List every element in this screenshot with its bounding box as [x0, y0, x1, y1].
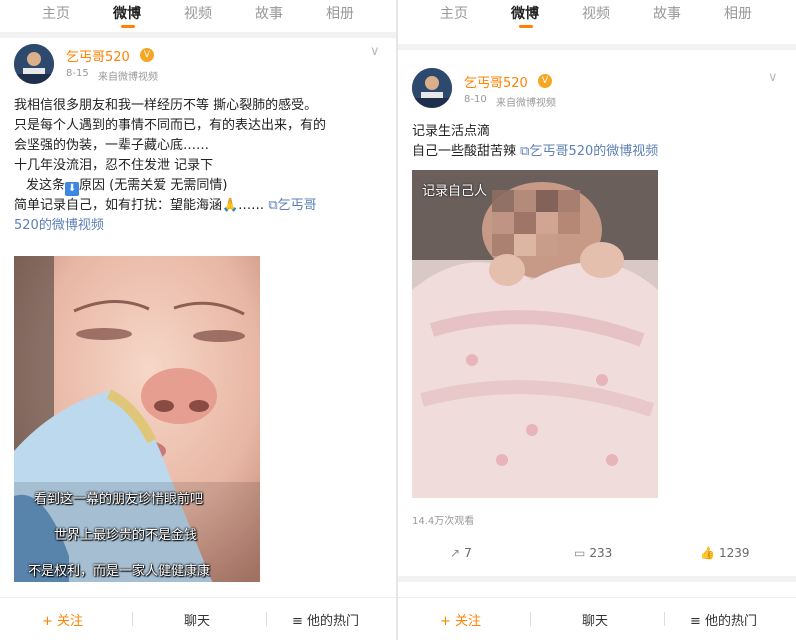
video-subtitle: 看到这一幕的朋友珍惜眼前吧: [34, 492, 204, 507]
repost-count: 7: [464, 546, 472, 560]
post-body: 记录生活点滴 自己一些酸甜苦辣 ⧉乞丐哥520的微博视频: [412, 122, 658, 162]
repost-button[interactable]: ↗ 7: [450, 546, 472, 560]
post-source: 来自微博视频: [496, 98, 556, 109]
tab-weibo[interactable]: 微博: [511, 3, 539, 23]
post-line: 记录生活点滴: [412, 124, 491, 139]
comment-icon: ▭: [574, 546, 586, 560]
username[interactable]: 乞丐哥520: [66, 46, 130, 65]
tab-home[interactable]: 主页: [42, 3, 70, 23]
video-link[interactable]: ⧉乞丐哥: [268, 198, 316, 213]
comment-button[interactable]: ▭ 233: [574, 546, 612, 560]
weibo-post: 乞丐哥520 V 8-10 来自微博视频 ∨ 记录生活点滴 自己一些酸甜苦辣 ⧉…: [398, 56, 796, 576]
vip-badge-icon: V: [140, 48, 154, 62]
bottom-action-bar: + 关注 聊天 ≡ 他的热门: [398, 597, 796, 640]
divider: [664, 612, 665, 626]
avatar[interactable]: [14, 44, 54, 84]
post-line-text: 原因 (无需关爱 无需同情): [79, 178, 228, 193]
post-line: 自己一些酸甜苦辣 ⧉乞丐哥520的微博视频: [412, 142, 658, 162]
section-separator: [398, 576, 796, 582]
chevron-down-icon[interactable]: ∨: [370, 44, 380, 59]
hot-label: 他的热门: [307, 614, 360, 629]
vip-badge-icon: V: [538, 74, 552, 88]
tab-home[interactable]: 主页: [440, 3, 468, 23]
tab-bar: 主页 微博 视频 故事 相册: [398, 0, 796, 30]
chat-button[interactable]: 聊天: [184, 610, 210, 629]
menu-icon: ≡: [292, 614, 303, 629]
divider: [530, 612, 531, 626]
post-line-text: 发这条: [26, 178, 66, 193]
post-body: 我相信很多朋友和我一样经历不等 撕心裂肺的感受。 只是每个人遇到的事情不同而已，…: [14, 96, 326, 236]
view-count: 14.4万次观看: [412, 516, 475, 527]
post-line: 十几年没流泪，忍不住发泄 记录下: [14, 158, 214, 173]
post-line: 简单记录自己，如有打扰：望能海涵🙏…… ⧉乞丐哥: [14, 196, 326, 216]
follow-label: 关注: [455, 614, 482, 629]
left-screenshot: 主页 微博 视频 故事 相册 乞丐哥520 V 8-15 来自微博视频 ∨ 我相…: [0, 0, 398, 640]
post-date: 8-10: [464, 94, 487, 105]
like-icon: 👍: [700, 546, 715, 560]
tab-story[interactable]: 故事: [255, 3, 283, 23]
like-count: 1239: [718, 546, 750, 560]
tab-bar: 主页 微博 视频 故事 相册: [0, 0, 398, 30]
tab-weibo[interactable]: 微博: [113, 3, 141, 23]
video-thumbnail[interactable]: 记录自己人: [412, 170, 658, 498]
active-tab-indicator: [121, 25, 135, 28]
weibo-post: 乞丐哥520 V 8-15 来自微博视频 ∨ 我相信很多朋友和我一样经历不等 撕…: [0, 38, 398, 598]
menu-icon: ≡: [690, 614, 701, 629]
post-line-text: 简单记录自己，如有打扰：望能海涵🙏……: [14, 198, 265, 213]
divider: [132, 612, 133, 626]
hot-label: 他的热门: [705, 614, 758, 629]
post-source: 来自微博视频: [98, 72, 158, 83]
right-screenshot: 主页 微博 视频 故事 相册 乞丐哥520 V 8-10 来自微博视频 ∨ 记录…: [398, 0, 796, 640]
post-line-text: 自己一些酸甜苦辣: [412, 144, 517, 159]
post-line: 会坚强的伪装，一辈子藏心底……: [14, 138, 210, 153]
active-tab-indicator: [519, 25, 533, 28]
post-actions: ↗ 7 ▭ 233 👍 1239: [398, 540, 796, 568]
repost-icon: ↗: [450, 546, 461, 560]
video-subtitle: 世界上最珍贵的不是金钱: [54, 528, 198, 543]
tab-video[interactable]: 视频: [582, 3, 610, 23]
baby-image: [412, 170, 658, 498]
video-thumbnail[interactable]: 看到这一幕的朋友珍惜眼前吧 世界上最珍贵的不是金钱 不是权利，而是一家人健健康康: [14, 256, 260, 582]
tab-story[interactable]: 故事: [653, 3, 681, 23]
down-arrow-icon: ⬇: [65, 182, 80, 196]
post-line: 发这条 ⬇ 原因 (无需关爱 无需同情): [14, 176, 326, 196]
follow-button[interactable]: + 关注: [42, 610, 83, 629]
follow-button[interactable]: + 关注: [440, 610, 481, 629]
tab-album[interactable]: 相册: [724, 3, 752, 23]
username[interactable]: 乞丐哥520: [464, 72, 528, 91]
chevron-down-icon[interactable]: ∨: [768, 70, 778, 85]
hot-posts-button[interactable]: ≡ 他的热门: [292, 610, 359, 629]
plus-icon: +: [42, 614, 53, 629]
plus-icon: +: [440, 614, 451, 629]
chat-button[interactable]: 聊天: [582, 610, 608, 629]
bottom-action-bar: + 关注 聊天 ≡ 他的热门: [0, 597, 398, 640]
like-button[interactable]: 👍 1239: [700, 546, 750, 560]
video-link[interactable]: 520的微博视频: [14, 218, 104, 233]
tab-album[interactable]: 相册: [326, 3, 354, 23]
video-link[interactable]: ⧉乞丐哥520的微博视频: [520, 144, 658, 159]
post-date: 8-15: [66, 68, 89, 79]
avatar[interactable]: [412, 68, 452, 108]
post-line: 我相信很多朋友和我一样经历不等 撕心裂肺的感受。: [14, 98, 318, 113]
video-subtitle: 不是权利，而是一家人健健康康: [28, 564, 211, 579]
comment-count: 233: [589, 546, 613, 560]
section-separator: [398, 44, 796, 50]
follow-label: 关注: [57, 614, 84, 629]
hot-posts-button[interactable]: ≡ 他的热门: [690, 610, 757, 629]
post-line: 520的微博视频: [14, 216, 326, 236]
post-line: 只是每个人遇到的事情不同而已，有的表达出来，有的: [14, 118, 327, 133]
video-caption: 记录自己人: [422, 184, 488, 199]
tab-video[interactable]: 视频: [184, 3, 212, 23]
divider: [266, 612, 267, 626]
